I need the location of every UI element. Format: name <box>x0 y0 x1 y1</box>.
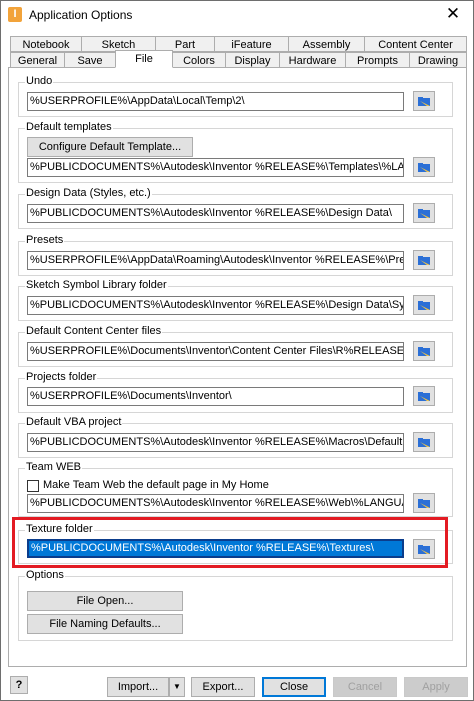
import-dropdown-button[interactable]: ▼ <box>169 677 185 697</box>
sketch-symbol-path-field[interactable]: %PUBLICDOCUMENTS%\Autodesk\Inventor %REL… <box>27 296 404 315</box>
content-center-browse-button[interactable] <box>413 341 435 361</box>
apply-button[interactable]: Apply <box>404 677 468 697</box>
tab-ifeature[interactable]: iFeature <box>214 36 289 52</box>
title-bar: I Application Options ✕ <box>1 1 473 29</box>
projects-folder-title: Projects folder <box>25 371 98 383</box>
default-templates-title: Default templates <box>25 121 113 133</box>
folder-browse-icon <box>418 392 430 401</box>
content-center-path-field[interactable]: %USERPROFILE%\Documents\Inventor\Content… <box>27 342 404 361</box>
folder-browse-icon <box>418 97 430 106</box>
folder-browse-icon <box>418 545 430 554</box>
vba-browse-button[interactable] <box>413 432 435 452</box>
templates-path-field[interactable]: %PUBLICDOCUMENTS%\Autodesk\Inventor %REL… <box>27 158 404 177</box>
configure-default-template-button[interactable]: Configure Default Template... <box>27 137 193 157</box>
cancel-button[interactable]: Cancel <box>333 677 397 697</box>
folder-browse-icon <box>418 499 430 508</box>
presets-title: Presets <box>25 234 65 246</box>
import-button[interactable]: Import... <box>107 677 169 697</box>
texture-path-field[interactable]: %PUBLICDOCUMENTS%\Autodesk\Inventor %REL… <box>27 539 404 558</box>
templates-browse-button[interactable] <box>413 157 435 177</box>
tab-general[interactable]: General <box>10 52 65 68</box>
tab-file[interactable]: File <box>115 50 173 68</box>
team-web-title: Team WEB <box>25 461 83 473</box>
file-naming-defaults-button[interactable]: File Naming Defaults... <box>27 614 183 634</box>
folder-browse-icon <box>418 209 430 218</box>
sketch-symbol-browse-button[interactable] <box>413 295 435 315</box>
texture-folder-title: Texture folder <box>25 523 94 535</box>
tab-assembly[interactable]: Assembly <box>288 36 365 52</box>
vba-path-field[interactable]: %PUBLICDOCUMENTS%\Autodesk\Inventor %REL… <box>27 433 404 452</box>
folder-browse-icon <box>418 347 430 356</box>
undo-group-title: Undo <box>25 75 54 87</box>
undo-path-field[interactable]: %USERPROFILE%\AppData\Local\Temp\2\ <box>27 92 404 111</box>
tab-notebook[interactable]: Notebook <box>10 36 82 52</box>
folder-browse-icon <box>418 256 430 265</box>
close-window-button[interactable]: ✕ <box>439 2 467 26</box>
presets-browse-button[interactable] <box>413 250 435 270</box>
tab-content-center[interactable]: Content Center <box>364 36 467 52</box>
folder-browse-icon <box>418 301 430 310</box>
folder-browse-icon <box>418 163 430 172</box>
folder-browse-icon <box>418 438 430 447</box>
tab-colors[interactable]: Colors <box>172 52 226 68</box>
projects-browse-button[interactable] <box>413 386 435 406</box>
options-title: Options <box>25 569 65 581</box>
file-open-options-button[interactable]: File Open... <box>27 591 183 611</box>
sketch-symbol-library-title: Sketch Symbol Library folder <box>25 279 168 291</box>
tab-save[interactable]: Save <box>64 52 116 68</box>
tab-display[interactable]: Display <box>225 52 280 68</box>
export-button[interactable]: Export... <box>191 677 255 697</box>
inventor-app-icon: I <box>8 7 22 22</box>
tab-hardware[interactable]: Hardware <box>279 52 346 68</box>
tab-prompts[interactable]: Prompts <box>345 52 410 68</box>
window-title: Application Options <box>29 8 133 22</box>
design-data-path-field[interactable]: %PUBLICDOCUMENTS%\Autodesk\Inventor %REL… <box>27 204 404 223</box>
texture-browse-button[interactable] <box>413 539 435 559</box>
team-web-path-field[interactable]: %PUBLICDOCUMENTS%\Autodesk\Inventor %REL… <box>27 494 404 513</box>
vba-project-title: Default VBA project <box>25 416 123 428</box>
tab-drawing[interactable]: Drawing <box>409 52 467 68</box>
projects-path-field[interactable]: %USERPROFILE%\Documents\Inventor\ <box>27 387 404 406</box>
design-data-title: Design Data (Styles, etc.) <box>25 187 152 199</box>
presets-path-field[interactable]: %USERPROFILE%\AppData\Roaming\Autodesk\I… <box>27 251 404 270</box>
content-center-files-title: Default Content Center files <box>25 325 163 337</box>
design-data-browse-button[interactable] <box>413 203 435 223</box>
close-button[interactable]: Close <box>262 677 326 697</box>
team-web-default-checkbox[interactable] <box>27 480 39 492</box>
help-button[interactable]: ? <box>10 676 28 694</box>
team-web-checkbox-label: Make Team Web the default page in My Hom… <box>43 479 269 491</box>
application-options-window: I Application Options ✕ Notebook Sketch … <box>0 0 474 701</box>
team-web-browse-button[interactable] <box>413 493 435 513</box>
undo-browse-button[interactable] <box>413 91 435 111</box>
